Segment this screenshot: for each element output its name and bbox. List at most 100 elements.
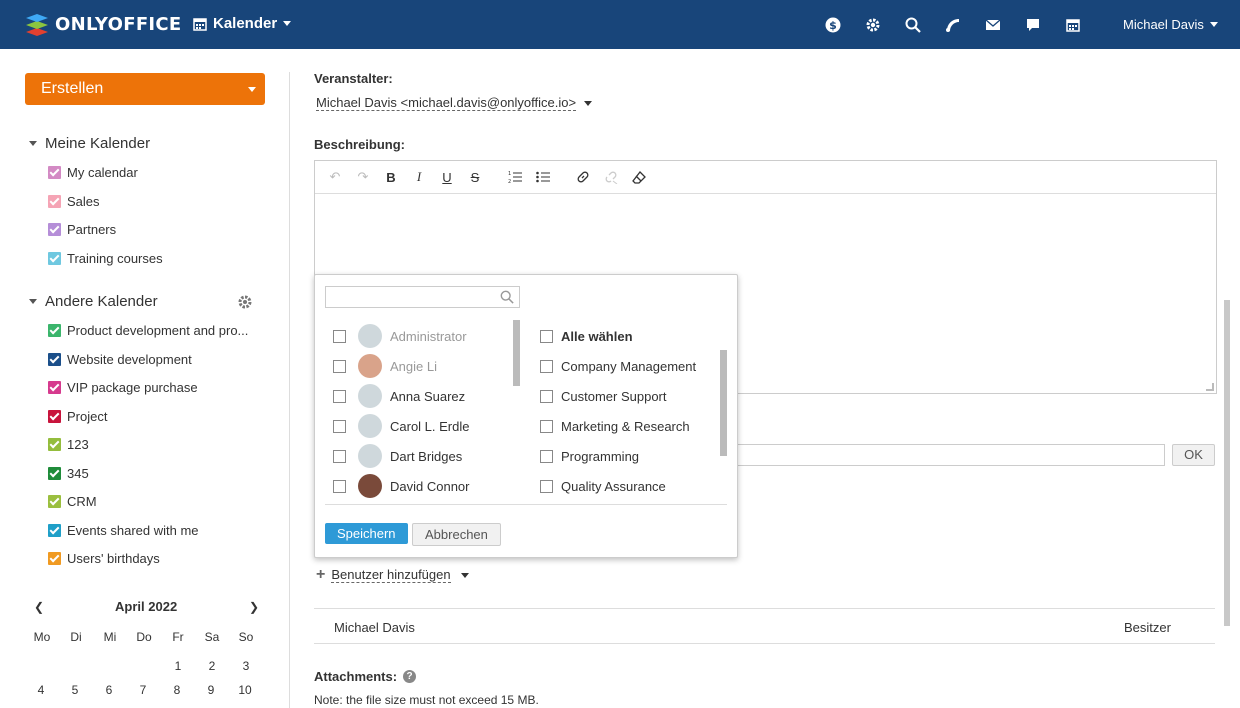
onlyoffice-logo[interactable]: ONLYOFFICE [25,12,182,36]
calendar-item[interactable]: CRM [48,494,97,509]
user-menu[interactable]: Michael Davis [1123,17,1218,32]
user-checkbox[interactable] [333,389,346,403]
day-cell[interactable] [127,659,161,673]
calendar-item[interactable]: Partners [48,222,116,237]
user-row[interactable]: Dart Bridges [333,441,513,471]
user-row[interactable]: Carol L. Erdle [333,411,513,441]
organizer-dropdown[interactable]: Michael Davis <michael.davis@onlyoffice.… [316,95,593,111]
day-cell[interactable]: 7 [126,683,160,697]
group-list-scrollbar[interactable] [720,350,727,456]
day-cell[interactable]: 5 [58,683,92,697]
calendar-item[interactable]: My calendar [48,165,138,180]
help-icon[interactable]: ? [403,670,417,683]
user-row[interactable]: Angie Li [333,351,513,381]
calendar-checkbox[interactable] [48,251,61,265]
strikethrough-icon[interactable]: S [461,165,489,189]
calendar-item[interactable]: Project [48,409,107,424]
day-cell[interactable]: 9 [194,683,228,697]
day-cell[interactable] [25,659,59,673]
eraser-icon[interactable] [625,165,653,189]
day-cell[interactable] [93,659,127,673]
user-row[interactable]: David Connor [333,471,513,501]
calendar-checkbox[interactable] [48,352,61,366]
calendar-checkbox[interactable] [48,466,61,480]
user-row[interactable]: Administrator [333,321,513,351]
numbered-list-icon[interactable]: 12 [501,165,529,189]
chat-icon[interactable] [1024,16,1042,34]
day-cell[interactable]: 2 [195,659,229,673]
group-row[interactable]: Marketing & Research [540,411,720,441]
calendar-item[interactable]: Website development [48,352,192,367]
calendar-icon[interactable] [1064,16,1082,34]
mini-calendar-title[interactable]: April 2022 [115,599,177,614]
calendar-checkbox[interactable] [48,438,61,451]
group-row[interactable]: Programming [540,441,720,471]
user-checkbox[interactable] [333,329,346,343]
group-checkbox[interactable] [540,449,553,463]
popup-search-input[interactable] [330,288,495,306]
feed-icon[interactable] [944,16,962,34]
calendar-checkbox[interactable] [48,523,61,537]
save-button[interactable]: Speichern [325,523,408,544]
page-scrollbar[interactable] [1224,300,1230,626]
other-calendars-header[interactable]: Andere Kalender [29,293,158,310]
day-cell[interactable]: 3 [229,659,263,673]
dollar-icon[interactable]: $ [824,16,842,34]
calendar-checkbox[interactable] [48,223,61,236]
user-checkbox[interactable] [333,449,346,463]
italic-icon[interactable]: I [405,165,433,189]
day-cell[interactable]: 6 [92,683,126,697]
gear-icon[interactable] [864,16,882,34]
search-icon[interactable] [904,16,922,34]
calendar-checkbox[interactable] [48,552,61,565]
create-button[interactable]: Erstellen [25,73,265,105]
mail-icon[interactable] [984,16,1002,34]
user-checkbox[interactable] [333,479,346,493]
calendar-checkbox[interactable] [48,324,61,337]
prev-month-button[interactable]: ❮ [34,600,44,614]
day-cell[interactable]: 1 [161,659,195,673]
calendar-item[interactable]: Sales [48,194,100,209]
select-all-checkbox[interactable] [540,329,553,343]
calendar-item[interactable]: Events shared with me [48,523,199,538]
group-row[interactable]: Customer Support [540,381,720,411]
participant-email-input[interactable] [735,444,1165,466]
unlink-icon[interactable] [597,165,625,189]
calendar-checkbox[interactable] [48,166,61,179]
calendar-checkbox[interactable] [48,409,61,423]
next-month-button[interactable]: ❯ [249,600,259,614]
calendar-checkbox[interactable] [48,194,61,208]
undo-icon[interactable]: ↶ [321,165,349,189]
user-list-scrollbar[interactable] [513,320,520,386]
settings-gear-icon[interactable] [237,294,253,313]
day-cell[interactable]: 8 [160,683,194,697]
bold-icon[interactable]: B [377,165,405,189]
group-row[interactable]: Quality Assurance [540,471,720,501]
day-cell[interactable]: 10 [228,683,262,697]
group-row[interactable]: Company Management [540,351,720,381]
add-user-button[interactable]: + Benutzer hinzufügen [316,566,469,584]
bullet-list-icon[interactable] [529,165,557,189]
user-row[interactable]: Anna Suarez [333,381,513,411]
module-switcher[interactable]: Kalender [193,15,292,32]
select-all-row[interactable]: Alle wählen [540,321,720,351]
group-checkbox[interactable] [540,419,553,433]
underline-icon[interactable]: U [433,165,461,189]
day-cell[interactable]: 4 [24,683,58,697]
calendar-checkbox[interactable] [48,381,61,394]
link-icon[interactable] [569,165,597,189]
calendar-item[interactable]: Product development and pro... [48,323,248,338]
group-checkbox[interactable] [540,389,553,403]
calendar-item[interactable]: 123 [48,437,89,452]
redo-icon[interactable]: ↷ [349,165,377,189]
calendar-item[interactable]: Users' birthdays [48,551,160,566]
day-cell[interactable] [59,659,93,673]
calendar-item[interactable]: VIP package purchase [48,380,198,395]
cancel-button[interactable]: Abbrechen [412,523,501,546]
group-checkbox[interactable] [540,479,553,493]
calendar-item[interactable]: 345 [48,466,89,481]
my-calendars-header[interactable]: Meine Kalender [29,135,150,152]
calendar-checkbox[interactable] [48,495,61,508]
calendar-item[interactable]: Training courses [48,251,163,266]
user-checkbox[interactable] [333,419,346,433]
